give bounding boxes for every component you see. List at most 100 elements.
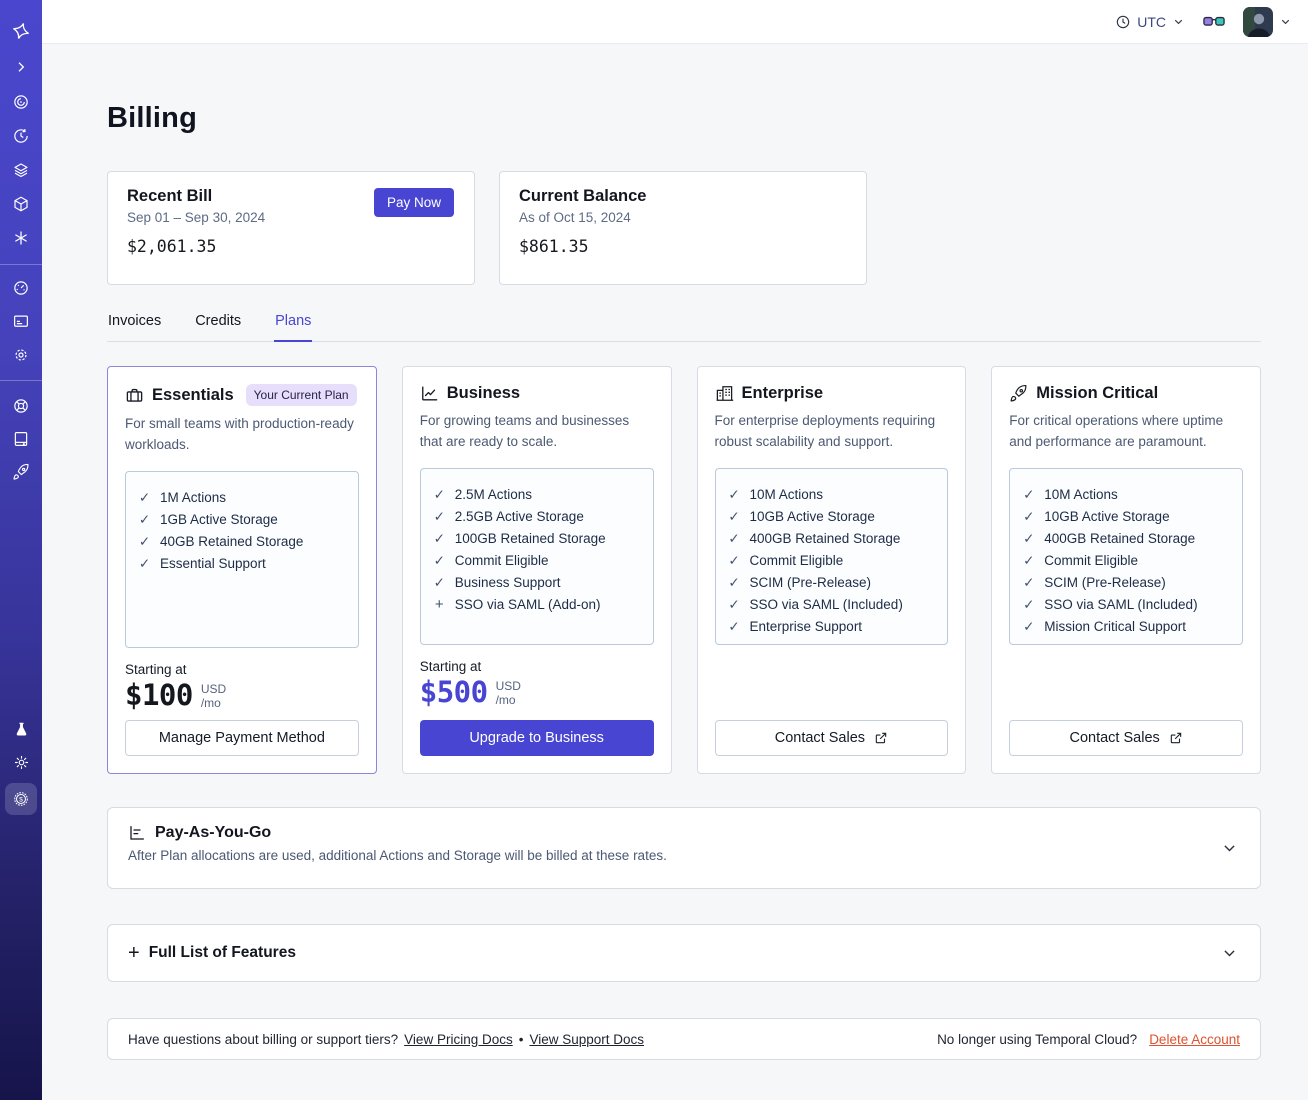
lifebuoy-icon[interactable]	[0, 396, 42, 416]
main-content: Billing Recent Bill Sep 01 – Sep 30, 202…	[42, 44, 1308, 1100]
feature-text: SCIM (Pre-Release)	[1044, 575, 1166, 590]
feature-item: ✓ Commit Eligible	[1022, 550, 1230, 572]
billing-dollar-icon[interactable]: $	[5, 783, 37, 815]
feature-item: ✓ 1GB Active Storage	[138, 509, 346, 531]
external-link-icon	[874, 731, 888, 745]
gear-icon[interactable]	[0, 345, 42, 365]
payg-title: Pay-As-You-Go	[155, 824, 272, 841]
plan-description: For small teams with production-ready wo…	[125, 416, 354, 452]
button-label: Manage Payment Method	[158, 730, 325, 746]
billing-tabs: Invoices Credits Plans	[107, 313, 1261, 342]
check-icon: ✓	[1023, 531, 1035, 546]
feature-item: ✓ 2.5GB Active Storage	[433, 506, 641, 528]
feature-text: 10M Actions	[749, 487, 824, 502]
view-support-docs-link[interactable]: View Support Docs	[529, 1032, 644, 1047]
gauge-icon[interactable]	[0, 278, 42, 298]
check-icon: ✓	[433, 487, 445, 502]
feature-text: 40GB Retained Storage	[160, 534, 304, 549]
tab-invoices[interactable]: Invoices	[107, 313, 162, 341]
account-menu[interactable]	[1243, 6, 1292, 37]
check-icon: ✓	[433, 575, 445, 590]
chevron-down-icon	[1172, 15, 1185, 28]
feature-text: Business Support	[454, 575, 561, 590]
plan-card-business: Business For growing teams and businesse…	[401, 366, 672, 774]
namespace-icon[interactable]	[0, 92, 42, 112]
footer-right-text: No longer using Temporal Cloud?	[937, 1031, 1138, 1047]
plus-icon: +	[434, 596, 444, 613]
feature-text: Enterprise Support	[749, 619, 863, 634]
check-icon: ✓	[728, 575, 740, 590]
price-amount: $500	[419, 675, 488, 709]
payg-description: After Plan allocations are used, additio…	[128, 848, 667, 863]
plan-price: Starting at $500 USD /mo	[420, 659, 654, 709]
feature-item: ✓ 10M Actions	[728, 484, 936, 506]
manage-payment-button[interactable]: Manage Payment Method	[125, 720, 359, 756]
check-icon: ✓	[728, 531, 740, 546]
contact-sales-button[interactable]: Contact Sales	[714, 720, 949, 756]
avatar[interactable]	[1243, 6, 1273, 37]
feature-item: ✓ 10M Actions	[1022, 484, 1230, 506]
feature-item: ✓ 10GB Active Storage	[1022, 506, 1230, 528]
price-label: Starting at	[419, 659, 482, 674]
check-icon: ✓	[1023, 553, 1035, 568]
feature-text: SSO via SAML (Included)	[749, 597, 903, 612]
docs-book-icon[interactable]	[0, 429, 42, 449]
button-label: Contact Sales	[774, 730, 866, 746]
layers-icon[interactable]	[0, 160, 42, 180]
pay-as-you-go-panel: Pay-As-You-Go After Plan allocations are…	[107, 807, 1261, 889]
pay-now-button[interactable]: Pay Now	[373, 188, 454, 217]
glasses-icon[interactable]	[1203, 14, 1225, 29]
clock-icon	[1115, 14, 1131, 30]
plan-name: Enterprise	[741, 384, 824, 402]
feature-text: 1GB Active Storage	[160, 512, 278, 527]
plan-feature-box: ✓ 1M Actions ✓ 1GB Active Storage ✓ 40GB Reta…	[125, 471, 359, 648]
plus-icon: +	[128, 942, 140, 964]
view-pricing-docs-link[interactable]: View Pricing Docs	[404, 1032, 513, 1047]
check-icon: ✓	[728, 509, 740, 524]
delete-account-link[interactable]: Delete Account	[1149, 1032, 1240, 1047]
price-amount: $100	[125, 678, 193, 712]
upgrade-business-button[interactable]: Upgrade to Business	[419, 720, 654, 756]
tab-plans[interactable]: Plans	[274, 313, 313, 342]
usage-card-icon[interactable]	[0, 311, 42, 331]
chevron-right-icon[interactable]	[0, 57, 42, 77]
feature-item: ✓ SSO via SAML (Included)	[728, 594, 936, 616]
check-icon: ✓	[728, 487, 740, 502]
plans-grid: Essentials Your Current Plan For small t…	[107, 366, 1261, 774]
chevron-down-icon[interactable]	[1221, 840, 1238, 857]
price-label: Starting at	[125, 662, 187, 677]
asterisk-icon[interactable]	[0, 228, 42, 248]
plan-card-essentials: Essentials Your Current Plan For small t…	[107, 366, 377, 774]
rocket-icon[interactable]	[0, 462, 42, 482]
feature-item: ✓ SSO via SAML (Included)	[1022, 594, 1230, 616]
timezone-dropdown[interactable]: UTC	[1115, 14, 1185, 30]
sun-icon[interactable]	[0, 752, 42, 772]
plan-name: Essentials	[152, 385, 234, 404]
rates-chart-icon	[128, 824, 146, 842]
svg-text:$: $	[19, 796, 23, 803]
price-period: /mo	[200, 696, 221, 710]
cube-icon[interactable]	[0, 194, 42, 214]
feature-text: Mission Critical Support	[1044, 619, 1187, 634]
check-icon: ✓	[138, 556, 151, 571]
feature-text: 10M Actions	[1044, 487, 1118, 502]
feature-text: Commit Eligible	[454, 553, 549, 568]
page-title: Billing	[107, 102, 198, 134]
flask-icon[interactable]	[0, 719, 42, 739]
chevron-down-icon[interactable]	[1221, 945, 1238, 962]
price-currency: USD	[495, 679, 521, 693]
schedule-clock-icon[interactable]	[0, 126, 42, 146]
plan-feature-box: ✓ 10M Actions ✓ 10GB Active Storage ✓ 400GB R…	[1009, 468, 1243, 645]
feature-item: ✓ Business Support	[433, 572, 641, 594]
feature-text: Commit Eligible	[749, 553, 844, 568]
feature-item: ✓ SCIM (Pre-Release)	[1022, 572, 1230, 594]
billing-summary-row: Recent Bill Sep 01 – Sep 30, 2024 $2,061…	[107, 171, 1261, 285]
contact-sales-button[interactable]: Contact Sales	[1009, 720, 1243, 756]
current-balance-title: Current Balance	[519, 187, 647, 205]
full-features-title: Full List of Features	[148, 944, 296, 961]
feature-text: 2.5GB Active Storage	[454, 509, 584, 524]
tab-credits[interactable]: Credits	[194, 313, 242, 341]
temporal-logo[interactable]	[0, 21, 42, 41]
briefcase-icon	[125, 386, 144, 405]
feature-item: ✓ 100GB Retained Storage	[433, 528, 641, 550]
